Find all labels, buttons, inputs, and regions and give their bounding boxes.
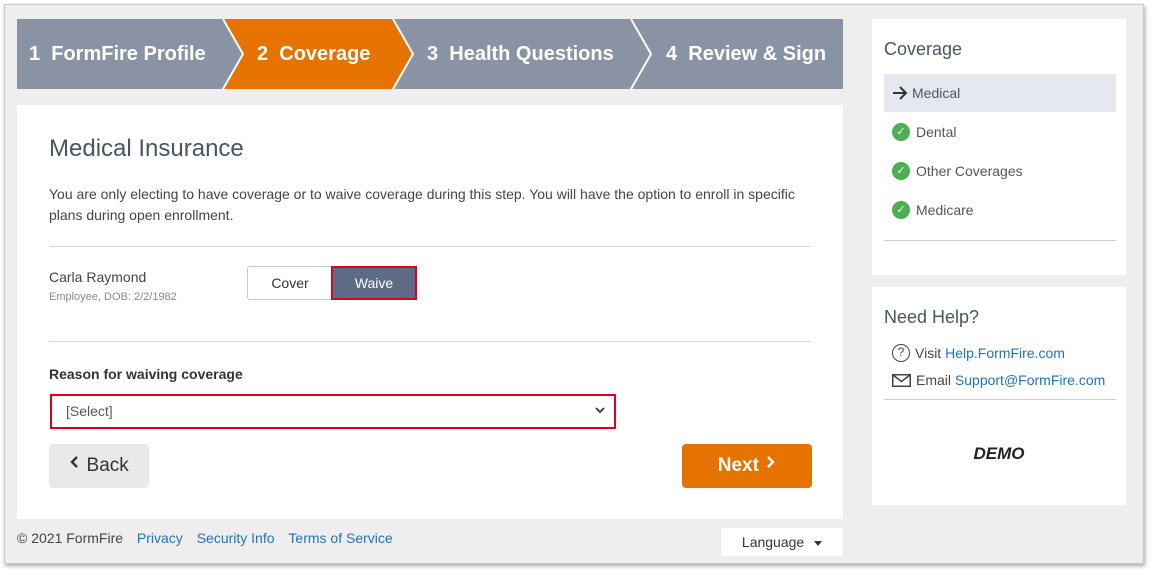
step-label: Review & Sign [688, 43, 827, 65]
arrow-right-icon [892, 75, 908, 113]
check-circle-icon: ✓ [892, 162, 910, 181]
waive-button[interactable]: Waive [331, 266, 417, 300]
step-number: 3 [427, 43, 439, 65]
divider [49, 246, 811, 247]
footer: © 2021 FormFire Privacy Security Info Te… [17, 530, 393, 546]
sidebar-item-other-coverages[interactable]: ✓ Other Coverages [884, 152, 1116, 190]
divider [49, 341, 811, 342]
coverage-title: Coverage [884, 39, 963, 59]
divider [884, 399, 1116, 400]
next-label: Next [717, 455, 759, 477]
coverage-panel: Coverage Medical ✓ Dental ✓ Other Coverage… [872, 19, 1126, 275]
main-card: Medical Insurance You are only electing … [17, 105, 843, 519]
check-circle-icon: ✓ [892, 123, 910, 142]
sidebar-item-medicare[interactable]: ✓ Medicare [884, 191, 1116, 229]
caret-down-icon [814, 527, 823, 555]
app-window: 1 FormFire Profile 2 Coverage 3 Health Q… [4, 4, 1144, 564]
cover-button[interactable]: Cover [247, 266, 333, 300]
sidebar-item-medical[interactable]: Medical [884, 74, 1116, 112]
step-number: 4 [666, 43, 678, 65]
language-dropdown[interactable]: Language [721, 528, 843, 556]
help-visit-line: ? Visit Help.FormFire.com [892, 344, 1065, 363]
help-site-link[interactable]: Help.FormFire.com [945, 345, 1065, 361]
sidebar-item-label: Medicare [916, 202, 974, 218]
step-label: FormFire Profile [51, 43, 206, 65]
step-label: Health Questions [449, 43, 614, 65]
step-progress-bar: 1 FormFire Profile 2 Coverage 3 Health Q… [17, 19, 843, 89]
step-1[interactable]: 1 FormFire Profile [29, 19, 206, 89]
check-circle-icon: ✓ [892, 201, 910, 220]
step-2[interactable]: 2 Coverage [257, 19, 370, 89]
back-button[interactable]: Back [49, 444, 149, 488]
intro-text: You are only electing to have coverage o… [49, 186, 795, 223]
chevron-right-icon [764, 442, 776, 486]
question-circle-icon: ? [892, 344, 910, 363]
person-details: Employee, DOB: 2/2/1982 [49, 291, 177, 303]
help-panel: Need Help? ? Visit Help.FormFire.com Emai… [872, 287, 1126, 505]
step-number: 2 [257, 43, 269, 65]
reason-select[interactable]: [Select] [50, 394, 616, 429]
sidebar-item-label: Medical [912, 85, 961, 101]
reason-label: Reason for waiving coverage [49, 366, 243, 382]
language-label: Language [741, 534, 805, 550]
email-prefix: Email [916, 372, 952, 388]
help-email-line: Email Support@FormFire.com [892, 372, 1105, 388]
help-title: Need Help? [884, 307, 980, 327]
next-button[interactable]: Next [682, 444, 812, 488]
step-4[interactable]: 4 Review & Sign [666, 19, 826, 89]
step-3[interactable]: 3 Health Questions [427, 19, 614, 89]
demo-label: DEMO [973, 444, 1025, 463]
page-title: Medical Insurance [49, 135, 244, 162]
step-label: Coverage [279, 43, 371, 65]
copyright: © 2021 FormFire [17, 530, 124, 546]
envelope-icon [892, 373, 911, 387]
privacy-link[interactable]: Privacy [137, 530, 183, 546]
divider [884, 240, 1116, 241]
security-info-link[interactable]: Security Info [197, 530, 275, 546]
reason-select-value: [Select] [66, 403, 113, 419]
sidebar-item-dental[interactable]: ✓ Dental [884, 113, 1116, 151]
chevron-left-icon [69, 442, 81, 486]
sidebar-item-label: Dental [916, 124, 957, 140]
person-name: Carla Raymond [49, 269, 147, 285]
terms-of-service-link[interactable]: Terms of Service [288, 530, 392, 546]
support-email-link[interactable]: Support@FormFire.com [955, 372, 1105, 388]
sidebar-item-label: Other Coverages [916, 163, 1023, 179]
step-number: 1 [29, 43, 41, 65]
visit-prefix: Visit [915, 345, 942, 361]
back-label: Back [86, 455, 129, 477]
chevron-down-icon [594, 396, 606, 438]
